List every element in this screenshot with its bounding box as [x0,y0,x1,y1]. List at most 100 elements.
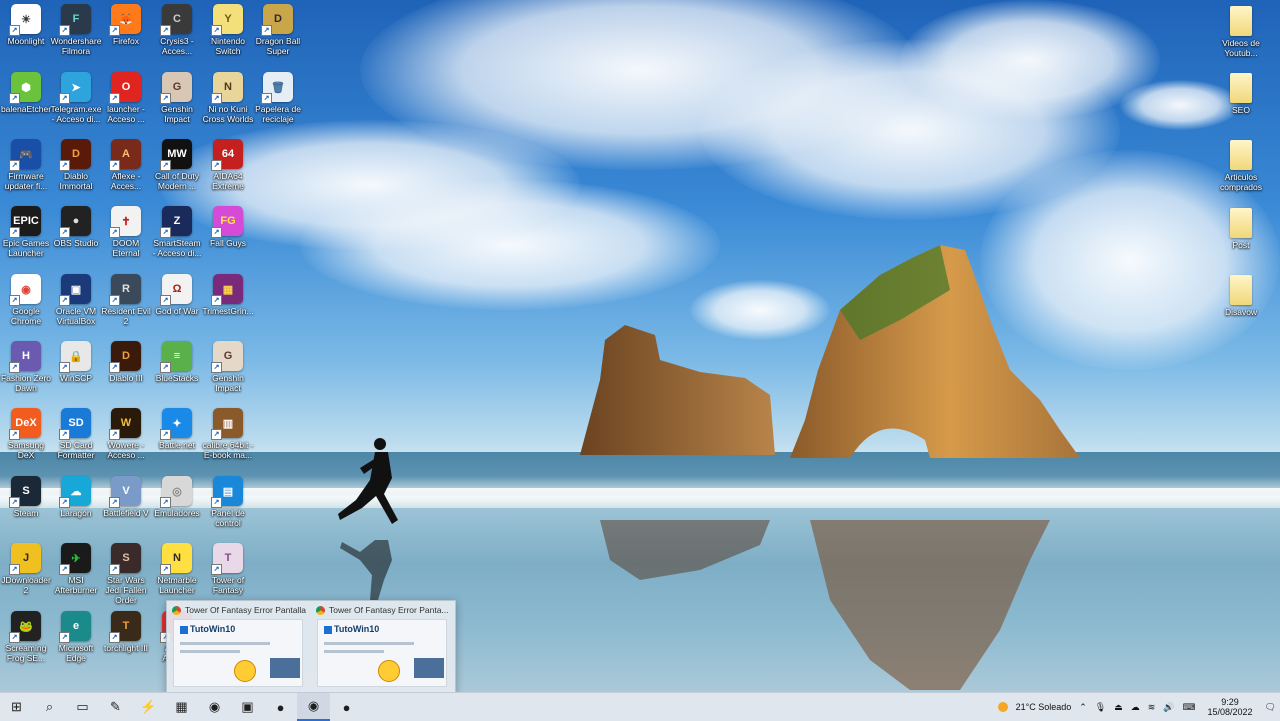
desktop-icon[interactable]: ✈ ↗ MSI Afterburner [50,543,102,595]
desktop-icon[interactable]: 🦊 ↗ Firefox [100,4,152,46]
desktop-icon[interactable]: T ↗ torchlight III [100,611,152,653]
desktop-icon-label: Star Wars Jedi Fallen Order [105,575,147,605]
desktop-icon[interactable]: 🎮 ↗ Firmware updater fi... [0,139,52,191]
desktop-icon[interactable]: S ↗ Steam [0,476,52,518]
desktop-icon[interactable]: F ↗ Wondershare Filmora [50,4,102,56]
desktop-icon[interactable]: N ↗ Netmarble Launcher [151,543,203,595]
app-icon: J ↗ [9,543,41,575]
search-button[interactable]: ⌕ [33,693,66,721]
cloud-icon[interactable]: ☁ [1131,702,1140,713]
desktop-icon[interactable]: ≡ ↗ BlueStacks [151,341,203,383]
app-icon: ✦ ↗ [160,408,192,440]
app-pin-1[interactable]: ✎ [99,693,132,721]
app-icon: 64 ↗ [211,139,243,171]
shortcut-arrow-icon: ↗ [211,564,222,575]
chrome-pin[interactable]: ◉ [198,693,231,721]
desktop-icon[interactable]: D ↗ Diablo III [100,341,152,383]
app-pin-5[interactable]: ▣ [231,693,264,721]
app-icon: N ↗ [160,543,192,575]
desktop-icon[interactable]: Z ↗ SmartSteam - Acceso di... [151,206,203,258]
desktop-icon[interactable]: J ↗ JDownloader 2 [0,543,52,595]
desktop-icon[interactable]: ✦ ↗ Battle.net [151,408,203,450]
desktop-icon[interactable]: ➤ ↗ Telegram.exe - Acceso di... [50,72,102,124]
desktop-icon[interactable]: ☁ ↗ Laragon [50,476,102,518]
folder-icon-item[interactable]: SEO [1215,73,1267,115]
taskbar-window-preview[interactable]: Tower Of Fantasy Error Pantalla ... Tuto… [166,600,456,694]
microphone-icon[interactable]: 🎙 [1095,702,1106,713]
desktop-icon[interactable]: D ↗ Diablo Immortal [50,139,102,191]
desktop-icon[interactable]: ☀ ↗ Moonlight [0,4,52,46]
desktop-icon[interactable]: ⬢ ↗ balenaEtcher [0,72,52,114]
chrome-favicon-icon [172,606,181,615]
keyboard-icon[interactable]: ⌨ [1183,702,1196,713]
weather-widget[interactable]: 21°C Soleado [1016,702,1072,712]
preview-window-1[interactable]: Tower Of Fantasy Error Pantalla ... Tuto… [169,603,307,691]
desktop-icon-label: Dragon Ball Super [255,36,301,56]
usb-icon[interactable]: ⏏ [1114,702,1123,713]
chrome-active[interactable]: ◉ [297,693,330,721]
chevron-up-icon[interactable]: ⌃ [1079,702,1087,713]
desktop-icon[interactable]: ▥ ↗ calibre 64bit - E-book ma... [202,408,254,460]
desktop-icon[interactable]: ▦ ↗ TrimestGrin... [202,274,254,316]
desktop-icon[interactable]: ✝ ↗ DOOM Eternal [100,206,152,258]
app-icon: R ↗ [109,274,141,306]
desktop-icon[interactable]: T ↗ Tower of Fantasy [202,543,254,595]
desktop-icon[interactable]: W ↗ Wowere - Acceso ... [100,408,152,460]
preview-thumbnail[interactable]: TutoWin10 [317,619,447,687]
volume-icon[interactable]: 🔊 [1163,702,1174,713]
desktop-icon[interactable]: D ↗ Dragon Ball Super [252,4,304,56]
app-pin-3[interactable]: ▦ [165,693,198,721]
desktop-icon[interactable]: O ↗ launcher - Acceso ... [100,72,152,124]
app-pin-6[interactable]: ● [264,693,297,721]
desktop-icon[interactable]: FG ↗ Fall Guys [202,206,254,248]
desktop-icon[interactable]: SD ↗ SD Card Formatter [50,408,102,460]
shortcut-arrow-icon: ↗ [211,362,222,373]
desktop-icon[interactable]: DeX ↗ Samsung DeX [0,408,52,460]
desktop-icon[interactable]: 🔒 ↗ WinSCP [50,341,102,383]
desktop-icon[interactable]: 🗑 ↗ Papelera de reciclaje [252,72,304,124]
desktop-icon[interactable]: ▤ ↗ Panel de control [202,476,254,528]
desktop-icon[interactable]: A ↗ Aflexe - Acces... [100,139,152,191]
desktop-icon[interactable]: S ↗ Star Wars Jedi Fallen Order [100,543,152,605]
desktop-icon[interactable]: V ↗ Battlefield V [100,476,152,518]
desktop-icon[interactable]: C ↗ Crysis3 - Acces... [151,4,203,56]
preview-window-2[interactable]: Tower Of Fantasy Error Panta... TutoWin1… [313,603,451,691]
shortcut-arrow-icon: ↗ [160,564,171,575]
shortcut-arrow-icon: ↗ [109,227,120,238]
shortcut-arrow-icon: ↗ [9,295,20,306]
desktop-icon[interactable]: ▣ ↗ Oracle VM VirtualBox [50,274,102,326]
desktop-icon-label: Wondershare Filmora [50,36,102,56]
obs-pin[interactable]: ● [330,693,363,721]
weather-sun-icon[interactable] [997,702,1008,712]
desktop-icon[interactable]: Ω ↗ God of War [151,274,203,316]
preview-thumbnail[interactable]: TutoWin10 [173,619,303,687]
folder-icon-item[interactable]: Articulos comprados [1215,140,1267,192]
app-icon: ▤ ↗ [211,476,243,508]
shortcut-arrow-icon: ↗ [160,362,171,373]
desktop-icon[interactable]: EPIC ↗ Epic Games Launcher [0,206,52,258]
desktop-icon[interactable]: ◉ ↗ Google Chrome [0,274,52,326]
desktop-icon[interactable]: e ↗ Microsoft Edge [50,611,102,663]
shortcut-arrow-icon: ↗ [59,632,70,643]
desktop-icon[interactable]: ◎ ↗ Emuladores [151,476,203,518]
desktop-icon[interactable]: 🐸 ↗ Screaming Frog SE... [0,611,52,663]
wifi-icon[interactable]: ≋ [1148,702,1156,713]
desktop-icon[interactable]: Y ↗ Nintendo Switch [202,4,254,56]
desktop-icon[interactable]: MW ↗ Call of Duty Modern ... [151,139,203,191]
desktop-icon[interactable]: ● ↗ OBS Studio [50,206,102,248]
folder-icon-item[interactable]: Post [1215,208,1267,250]
app-pin-2[interactable]: ⚡ [132,693,165,721]
desktop-icon[interactable]: 64 ↗ AIDA64 Extreme [202,139,254,191]
start-button[interactable]: ⊞ [0,693,33,721]
desktop-icon[interactable]: G ↗ Genshin Impact [151,72,203,124]
desktop-icon[interactable]: G ↗ Genshin Impact [202,341,254,393]
task-view-button[interactable]: ▭ [66,693,99,721]
folder-icon-item[interactable]: Disavow [1215,275,1267,317]
desktop-icon[interactable]: R ↗ Resident Evil 2 [100,274,152,326]
desktop-icon[interactable]: H ↗ Fashion Zero Dawn [0,341,52,393]
notifications-icon[interactable]: 🗨 [1265,702,1276,713]
clock[interactable]: 9:29 15/08/2022 [1208,697,1253,717]
app-icon: S ↗ [9,476,41,508]
desktop-icon[interactable]: N ↗ Ni no Kuni Cross Worlds [202,72,254,124]
folder-icon-item[interactable]: Videos de Youtub... [1215,6,1267,58]
